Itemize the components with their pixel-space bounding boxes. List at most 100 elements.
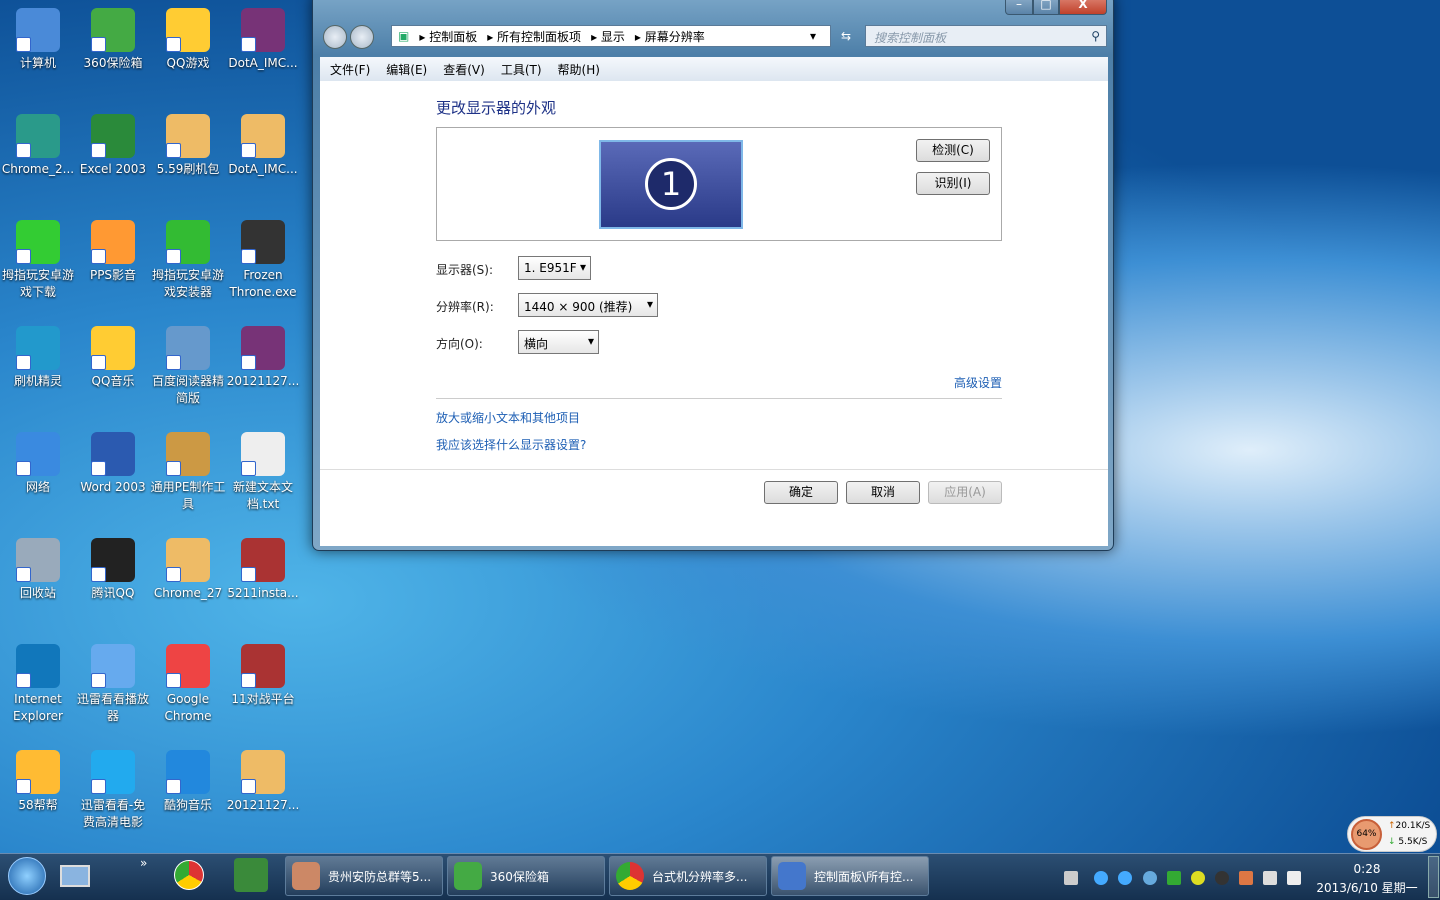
apply-button[interactable]: 应用(A) [928, 481, 1002, 504]
desktop-icon[interactable]: 腾讯QQ [75, 538, 151, 602]
desktop-icon[interactable]: 回收站 [0, 538, 76, 602]
desktop-icon[interactable]: 5211insta... [225, 538, 301, 602]
desktop-icon[interactable]: 网络 [0, 432, 76, 496]
desktop-icon[interactable]: 酷狗音乐 [150, 750, 226, 814]
qq-icon[interactable] [1215, 871, 1229, 885]
desktop-icon[interactable]: Frozen Throne.exe [225, 220, 301, 301]
resolution-select[interactable]: 1440 × 900 (推荐) [518, 293, 658, 317]
chevron-down-icon[interactable]: ▾ [810, 29, 816, 43]
desktop-icon[interactable]: 拇指玩安卓游戏安装器 [150, 220, 226, 301]
clock[interactable]: 0:28 2013/6/10 星期一 [1312, 860, 1422, 898]
forward-button[interactable] [350, 25, 374, 49]
show-desktop-button[interactable] [1428, 856, 1439, 898]
desktop-icon[interactable]: DotA_IMC... [225, 8, 301, 72]
cancel-button[interactable]: 取消 [846, 481, 920, 504]
360-icon[interactable] [1191, 871, 1205, 885]
desktop-icon[interactable]: QQ音乐 [75, 326, 151, 390]
desktop-icon[interactable]: 5.59刷机包 [150, 114, 226, 178]
app-icon [91, 8, 135, 52]
desktop-icon[interactable]: 20121127... [225, 750, 301, 814]
tray-app-icon[interactable] [1118, 871, 1132, 885]
safe-box-icon[interactable] [1167, 871, 1181, 885]
keyboard-icon[interactable] [1064, 871, 1078, 885]
desktop-icon[interactable]: 拇指玩安卓游戏下载 [0, 220, 76, 301]
app-icon [91, 538, 135, 582]
breadcrumb-item[interactable]: ▸ 所有控制面板项 [487, 28, 581, 45]
network-meter[interactable]: 64% ↑20.1K/S ↓ 5.5K/S [1347, 816, 1437, 852]
app-icon [166, 432, 210, 476]
breadcrumb-item[interactable]: ▸ 屏幕分辨率 [635, 28, 705, 45]
desktop-icon[interactable]: 迅雷看看播放器 [75, 644, 151, 725]
desktop-icon-label: 通用PE制作工具 [150, 480, 226, 511]
desktop-icon[interactable]: PPS影音 [75, 220, 151, 284]
desktop-icon[interactable]: Excel 2003 [75, 114, 151, 178]
desktop-icon[interactable]: Chrome_27 [150, 538, 226, 602]
show-desktop-icon[interactable] [60, 865, 90, 887]
monitor-1[interactable]: 1 [599, 140, 743, 229]
menu-edit[interactable]: 编辑(E) [386, 61, 427, 78]
address-bar[interactable]: ▣ ▸ 控制面板 ▸ 所有控制面板项 ▸ 显示 ▸ 屏幕分辨率 ▾ [391, 25, 831, 47]
chrome-icon[interactable] [174, 860, 204, 890]
desktop-icon[interactable]: QQ游戏 [150, 8, 226, 72]
desktop-icon[interactable]: DotA_IMC... [225, 114, 301, 178]
network-icon[interactable] [1287, 871, 1301, 885]
menu-file[interactable]: 文件(F) [330, 61, 370, 78]
app-icon[interactable] [234, 858, 268, 892]
desktop-icon-label: Frozen Throne.exe [229, 268, 297, 299]
display-select[interactable]: 1. E951F [518, 256, 591, 280]
volume-icon[interactable] [1239, 871, 1253, 885]
desktop-icon[interactable]: 11对战平台 [225, 644, 301, 708]
advanced-settings-link[interactable]: 高级设置 [954, 374, 1002, 391]
desktop-icon[interactable]: 新建文本文档.txt [225, 432, 301, 513]
desktop-icon[interactable]: Internet Explorer [0, 644, 76, 725]
menu-help[interactable]: 帮助(H) [558, 61, 600, 78]
identify-button[interactable]: 识别(I) [916, 172, 990, 195]
desktop-icon-label: Internet Explorer [13, 692, 63, 723]
speaker-icon[interactable] [1263, 871, 1277, 885]
breadcrumb-item[interactable]: ▸ 显示 [591, 28, 625, 45]
detect-button[interactable]: 检测(C) [916, 139, 990, 162]
qq-group-icon [292, 862, 320, 890]
desktop-icon-label: 拇指玩安卓游戏下载 [1, 268, 74, 299]
task-360-safe[interactable]: 360保险箱 [447, 856, 605, 896]
back-button[interactable] [323, 25, 347, 49]
text-size-link[interactable]: 放大或缩小文本和其他项目 [436, 409, 580, 426]
desktop-icon[interactable]: 通用PE制作工具 [150, 432, 226, 513]
app-icon [241, 220, 285, 264]
app-icon [166, 220, 210, 264]
search-icon[interactable]: ⚲ [1091, 29, 1100, 43]
app-icon [91, 326, 135, 370]
maximize-button[interactable]: □ [1033, 0, 1059, 15]
search-input[interactable]: 搜索控制面板 ⚲ [865, 25, 1107, 47]
desktop-icon[interactable]: 迅雷看看-免费高清电影 [75, 750, 151, 831]
quicklaunch-overflow[interactable]: » [140, 856, 147, 870]
app-icon [16, 326, 60, 370]
task-chrome[interactable]: 台式机分辨率多... [609, 856, 767, 896]
tray-app-icon[interactable] [1094, 871, 1108, 885]
desktop-icon[interactable]: 360保险箱 [75, 8, 151, 72]
cpu-usage: 64% [1351, 819, 1382, 850]
desktop-icon[interactable]: Chrome_2... [0, 114, 76, 178]
close-button[interactable]: X [1059, 0, 1107, 15]
desktop-icon[interactable]: 计算机 [0, 8, 76, 72]
minimize-button[interactable]: – [1005, 0, 1033, 15]
desktop-icon[interactable]: 58帮帮 [0, 750, 76, 814]
desktop-icon-label: Chrome_2... [1, 162, 75, 176]
desktop-icon-label: 20121127... [226, 374, 300, 388]
desktop-icon[interactable]: Google Chrome [150, 644, 226, 725]
breadcrumb-item[interactable]: ▸ 控制面板 [419, 28, 477, 45]
orientation-select[interactable]: 横向 [518, 330, 599, 354]
desktop-icon[interactable]: 百度阅读器精简版 [150, 326, 226, 407]
menu-tools[interactable]: 工具(T) [501, 61, 542, 78]
menu-view[interactable]: 查看(V) [443, 61, 485, 78]
tray-app-icon[interactable] [1143, 871, 1157, 885]
display-help-link[interactable]: 我应该选择什么显示器设置? [436, 436, 586, 453]
task-qq-group[interactable]: 贵州安防总群等5... [285, 856, 443, 896]
task-control-panel[interactable]: 控制面板\所有控... [771, 856, 929, 896]
start-button[interactable] [8, 857, 46, 895]
desktop-icon[interactable]: 刷机精灵 [0, 326, 76, 390]
ok-button[interactable]: 确定 [764, 481, 838, 504]
desktop-icon[interactable]: Word 2003 [75, 432, 151, 496]
desktop-icon[interactable]: 20121127... [225, 326, 301, 390]
refresh-icon[interactable]: ⇆ [835, 25, 857, 47]
